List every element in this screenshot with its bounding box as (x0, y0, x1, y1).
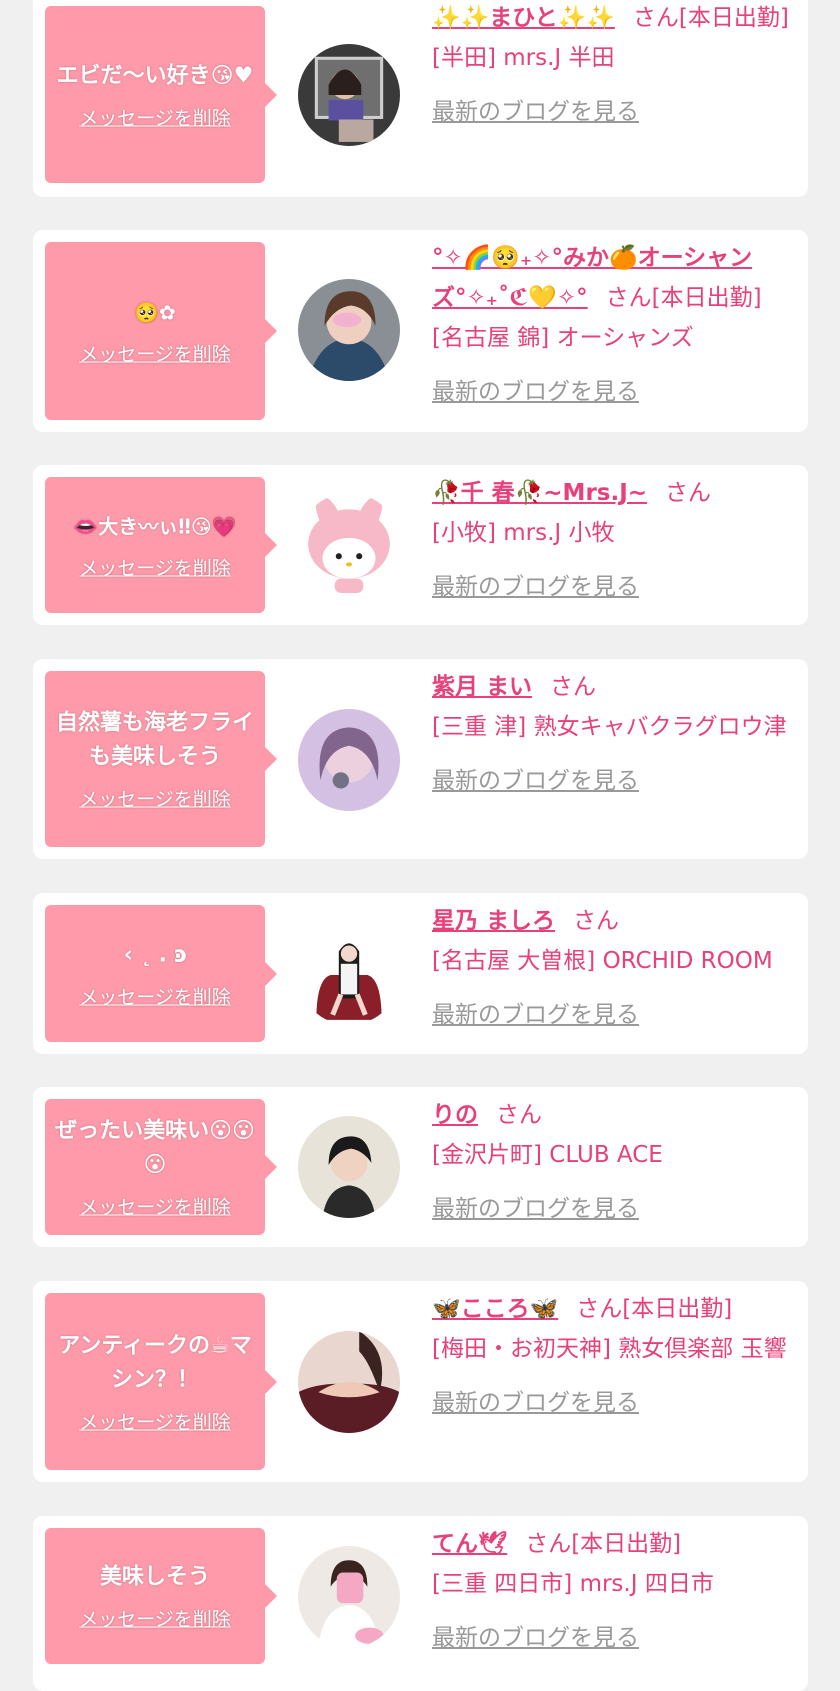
shop-name: [名古屋 大曽根] ORCHID ROOM (432, 948, 773, 974)
message-bubble: ぜったい美味い😮😮😮 メッセージを削除 (45, 1099, 277, 1235)
message-bubble: アンティークの☕マシン？！ メッセージを削除 (45, 1293, 277, 1470)
message-text: 👄大き〰ぃ‼😘💗 (73, 514, 237, 539)
profile-info: てん🕊 さん[本日出勤] [三重 四日市] mrs.J 四日市 最新のブログを見る (432, 1524, 802, 1658)
profile-info: °✧🌈🥺₊✧°みか🍊オーシャンズ°✧₊˚ℭ💛✧° さん[本日出勤] [名古屋 錦]… (432, 238, 802, 412)
profile-name-link[interactable]: 紫月 まい (432, 674, 532, 700)
avatar-photo (298, 923, 400, 1025)
latest-blog-link[interactable]: 最新のブログを見る (432, 761, 639, 801)
profile-suffix: さん[本日出勤] (632, 5, 789, 31)
profile-suffix: さん[本日出勤] (525, 1531, 682, 1557)
profile-info: 🦋こころ🦋 さん[本日出勤] [梅田・お初天神] 熟女倶楽部 玉響 最新のブログを… (432, 1289, 802, 1423)
latest-blog-link[interactable]: 最新のブログを見る (432, 1383, 639, 1423)
message-text: 🥺✿ (134, 300, 176, 325)
shop-name: [三重 四日市] mrs.J 四日市 (432, 1571, 714, 1597)
avatar[interactable] (298, 279, 400, 381)
delete-message-link[interactable]: メッセージを削除 (79, 103, 231, 130)
profile-info: 🥀千 春🥀~Mrs.J~ さん [小牧] mrs.J 小牧 最新のブログを見る (432, 473, 802, 607)
avatar[interactable] (298, 709, 400, 811)
latest-blog-link[interactable]: 最新のブログを見る (432, 1189, 639, 1229)
message-text: ‹ ˛ ․ ͽ (123, 942, 187, 967)
message-list: エビだ〜い好き😘♥ メッセージを削除 ✨✨まひと✨✨ さん[本日出勤] [半田] … (0, 0, 840, 1691)
latest-blog-link[interactable]: 最新のブログを見る (432, 1618, 639, 1658)
message-card: 🥺✿ メッセージを削除 °✧🌈🥺₊✧°みか🍊オーシャンズ°✧₊˚ℭ💛✧° さん[本… (33, 230, 808, 432)
avatar[interactable] (298, 1331, 400, 1433)
profile-name-link[interactable]: 🥀千 春🥀~Mrs.J~ (432, 480, 647, 506)
message-bubble: 自然薯も海老フライも美味しそう メッセージを削除 (45, 671, 277, 847)
avatar-photo (298, 493, 400, 595)
delete-message-link[interactable]: メッセージを削除 (79, 1407, 231, 1434)
message-text: ぜったい美味い😮😮😮 (55, 1118, 255, 1178)
delete-message-link[interactable]: メッセージを削除 (79, 785, 231, 812)
message-text: エビだ〜い好き😘♥ (56, 63, 254, 88)
delete-message-link[interactable]: メッセージを削除 (79, 1193, 231, 1220)
message-text: 自然薯も海老フライも美味しそう (55, 710, 254, 770)
message-bubble: 🥺✿ メッセージを削除 (45, 242, 277, 420)
shop-name: [梅田・お初天神] 熟女倶楽部 玉響 (432, 1336, 787, 1362)
delete-message-link[interactable]: メッセージを削除 (79, 554, 231, 581)
avatar-photo (298, 279, 400, 381)
avatar[interactable] (298, 923, 400, 1025)
profile-suffix: さん[本日出勤] (605, 285, 762, 311)
avatar[interactable] (298, 1116, 400, 1218)
avatar-photo (298, 44, 400, 146)
message-bubble: エビだ〜い好き😘♥ メッセージを削除 (45, 6, 277, 183)
message-card: 👄大き〰ぃ‼😘💗 メッセージを削除 🥀千 春🥀~Mrs.J~ さん [小牧] mr… (33, 465, 808, 625)
profile-suffix: さん (573, 908, 620, 934)
latest-blog-link[interactable]: 最新のブログを見る (432, 92, 639, 132)
profile-suffix: さん (550, 674, 597, 700)
latest-blog-link[interactable]: 最新のブログを見る (432, 995, 639, 1035)
delete-message-link[interactable]: メッセージを削除 (79, 1605, 231, 1632)
message-card: ‹ ˛ ․ ͽ メッセージを削除 星乃 ましろ さん [名古屋 大曽根] ORCH… (33, 893, 808, 1054)
shop-name: [金沢片町] CLUB ACE (432, 1142, 663, 1168)
message-card: アンティークの☕マシン？！ メッセージを削除 🦋こころ🦋 さん[本日出勤] [梅田… (33, 1281, 808, 1482)
avatar[interactable] (298, 44, 400, 146)
shop-name: [半田] mrs.J 半田 (432, 45, 615, 71)
avatar[interactable] (298, 1546, 400, 1648)
message-card: エビだ〜い好き😘♥ メッセージを削除 ✨✨まひと✨✨ さん[本日出勤] [半田] … (33, 0, 808, 197)
profile-suffix: さん[本日出勤] (576, 1296, 733, 1322)
profile-name-link[interactable]: りの (432, 1102, 478, 1128)
profile-info: りの さん [金沢片町] CLUB ACE 最新のブログを見る (432, 1095, 802, 1229)
avatar-photo (298, 709, 400, 811)
message-bubble: 美味しそう メッセージを削除 (45, 1528, 277, 1664)
profile-info: 星乃 ましろ さん [名古屋 大曽根] ORCHID ROOM 最新のブログを見る (432, 901, 802, 1035)
profile-name-link[interactable]: てん🕊 (432, 1531, 507, 1557)
latest-blog-link[interactable]: 最新のブログを見る (432, 372, 639, 412)
profile-info: ✨✨まひと✨✨ さん[本日出勤] [半田] mrs.J 半田 最新のブログを見る (432, 0, 802, 132)
message-bubble: ‹ ˛ ․ ͽ メッセージを削除 (45, 905, 277, 1042)
profile-name-link[interactable]: 🦋こころ🦋 (432, 1296, 558, 1322)
delete-message-link[interactable]: メッセージを削除 (79, 340, 231, 367)
delete-message-link[interactable]: メッセージを削除 (79, 982, 231, 1009)
profile-suffix: さん (665, 480, 712, 506)
avatar[interactable] (298, 493, 400, 595)
message-card: ぜったい美味い😮😮😮 メッセージを削除 りの さん [金沢片町] CLUB ACE… (33, 1087, 808, 1247)
message-text: アンティークの☕マシン？！ (58, 1333, 252, 1392)
message-card: 自然薯も海老フライも美味しそう メッセージを削除 紫月 まい さん [三重 津] … (33, 659, 808, 859)
message-bubble: 👄大き〰ぃ‼😘💗 メッセージを削除 (45, 477, 277, 613)
profile-info: 紫月 まい さん [三重 津] 熟女キャバクラグロウ津 最新のブログを見る (432, 667, 802, 801)
profile-suffix: さん (496, 1102, 542, 1128)
message-card: 美味しそう メッセージを削除 てん🕊 さん[本日出勤] [三重 四日市] mrs.… (33, 1516, 808, 1691)
avatar-photo (298, 1331, 400, 1433)
shop-name: [名古屋 錦] オーシャンズ (432, 325, 694, 351)
shop-name: [小牧] mrs.J 小牧 (432, 520, 615, 546)
avatar-photo (298, 1116, 400, 1218)
latest-blog-link[interactable]: 最新のブログを見る (432, 567, 639, 607)
avatar-photo (298, 1546, 400, 1648)
profile-name-link[interactable]: ✨✨まひと✨✨ (432, 5, 615, 31)
shop-name: [三重 津] 熟女キャバクラグロウ津 (432, 714, 787, 740)
profile-name-link[interactable]: 星乃 ましろ (432, 908, 555, 934)
message-text: 美味しそう (99, 1564, 210, 1590)
